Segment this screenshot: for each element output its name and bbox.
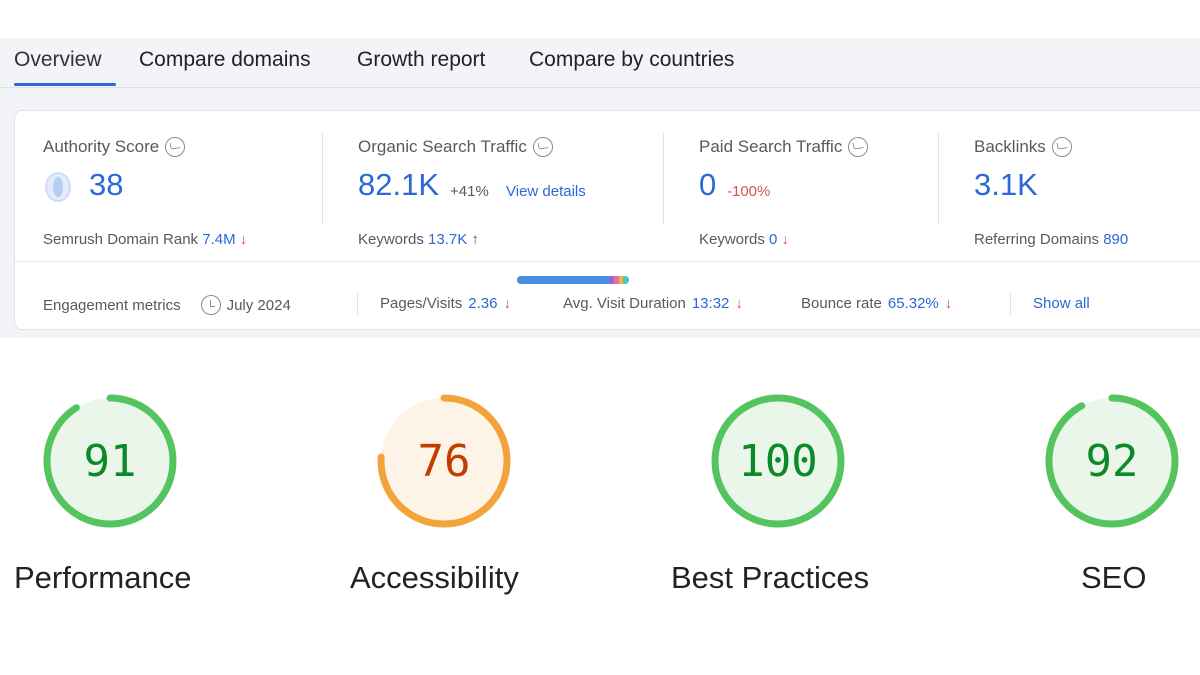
divider — [357, 293, 358, 315]
active-tab-indicator — [14, 83, 116, 86]
performance-gauge[interactable]: 91 — [42, 393, 178, 529]
view-details-link[interactable]: View details — [506, 183, 586, 200]
organic-keywords-label: Keywords — [358, 231, 424, 248]
paid-keywords-label: Keywords — [699, 231, 765, 248]
paid-traffic-label: Paid Search Traffic — [699, 137, 843, 156]
backlinks-title: Backlinks — [974, 137, 1072, 157]
backlinks-value[interactable]: 3.1K — [974, 167, 1038, 203]
avg-visit-duration-label: Avg. Visit Duration — [563, 295, 686, 312]
paid-keywords: Keywords 0 ↓ — [699, 231, 789, 248]
authority-score-value: 38 — [89, 167, 124, 202]
info-icon[interactable] — [532, 137, 553, 157]
paid-traffic-title: Paid Search Traffic — [699, 137, 869, 157]
calendar-icon — [200, 295, 221, 315]
seo-gauge[interactable]: 92 — [1044, 393, 1180, 529]
tab-bar: Overview Compare domains Growth report C… — [0, 38, 1200, 88]
tab-overview[interactable]: Overview — [14, 48, 102, 72]
arrow-down-icon: ↓ — [239, 231, 248, 248]
referring-domains-label: Referring Domains — [974, 231, 1100, 248]
tab-growth-report[interactable]: Growth report — [357, 48, 485, 72]
backlinks-label: Backlinks — [974, 137, 1046, 156]
bounce-rate: Bounce rate 65.32% ↓ — [801, 295, 952, 312]
info-icon[interactable] — [848, 137, 869, 157]
arrow-down-icon: ↓ — [735, 295, 743, 312]
seo-score: 92 — [1085, 435, 1139, 487]
tab-compare-by-countries[interactable]: Compare by countries — [529, 48, 734, 72]
avg-visit-duration: Avg. Visit Duration 13:32 ↓ — [563, 295, 743, 312]
pages-per-visit: Pages/Visits 2.36 ↓ — [380, 295, 511, 312]
paid-keywords-value[interactable]: 0 — [769, 231, 777, 248]
organic-keywords: Keywords 13.7K ↑ — [358, 231, 479, 248]
referring-domains-value[interactable]: 890 — [1103, 231, 1128, 248]
avg-visit-duration-value: 13:32 — [691, 295, 730, 312]
authority-score-icon — [45, 172, 71, 202]
performance-score: 91 — [83, 435, 137, 487]
arrow-down-icon: ↓ — [781, 231, 790, 248]
best-practices-label: Best Practices — [671, 560, 870, 595]
engagement-label: Engagement metrics — [43, 296, 181, 314]
organic-traffic-title: Organic Search Traffic — [358, 137, 553, 157]
accessibility-gauge[interactable]: 76 — [376, 393, 512, 529]
organic-traffic-delta: +41% — [450, 183, 489, 200]
performance-label: Performance — [14, 560, 192, 595]
info-icon[interactable] — [1051, 137, 1072, 157]
keywords-distribution-bar[interactable] — [517, 276, 629, 284]
domain-rank-label: Semrush Domain Rank — [43, 231, 199, 248]
pages-per-visit-label: Pages/Visits — [380, 295, 463, 312]
accessibility-label: Accessibility — [350, 560, 519, 595]
paid-traffic-value[interactable]: 0 — [699, 167, 716, 203]
organic-traffic-value[interactable]: 82.1K — [358, 167, 439, 203]
divider — [938, 133, 939, 225]
organic-keywords-value[interactable]: 13.7K — [428, 231, 467, 248]
divider — [663, 133, 664, 225]
semrush-overview-panel: Overview Compare domains Growth report C… — [0, 38, 1200, 338]
authority-score-label: Authority Score — [43, 137, 160, 156]
best-practices-score: 100 — [738, 435, 818, 487]
accessibility-score: 76 — [417, 435, 471, 487]
info-icon[interactable] — [165, 137, 186, 157]
show-all-link[interactable]: Show all — [1033, 295, 1090, 312]
organic-traffic-label: Organic Search Traffic — [358, 137, 527, 156]
bounce-rate-label: Bounce rate — [801, 295, 882, 312]
best-practices-gauge[interactable]: 100 — [710, 393, 846, 529]
divider — [322, 133, 323, 225]
seo-label: SEO — [1081, 560, 1147, 595]
domain-rank: Semrush Domain Rank 7.4M ↓ — [43, 231, 247, 248]
arrow-down-icon: ↓ — [503, 295, 511, 312]
paid-traffic-delta: -100% — [727, 183, 771, 200]
pages-per-visit-value: 2.36 — [468, 295, 498, 312]
divider — [15, 261, 1200, 262]
tab-compare-domains[interactable]: Compare domains — [139, 48, 311, 72]
bounce-rate-value: 65.32% — [887, 295, 939, 312]
authority-score-title: Authority Score — [43, 137, 186, 157]
metrics-card: Authority Score 38 Semrush Domain Rank 7… — [14, 110, 1200, 330]
divider — [1010, 293, 1011, 315]
engagement-metrics: Engagement metrics July 2024 — [43, 295, 291, 315]
referring-domains: Referring Domains 890 — [974, 231, 1128, 248]
engagement-date: July 2024 — [226, 296, 291, 314]
domain-rank-value[interactable]: 7.4M — [202, 231, 235, 248]
arrow-down-icon: ↓ — [944, 295, 953, 312]
arrow-up-icon: ↑ — [471, 231, 479, 248]
